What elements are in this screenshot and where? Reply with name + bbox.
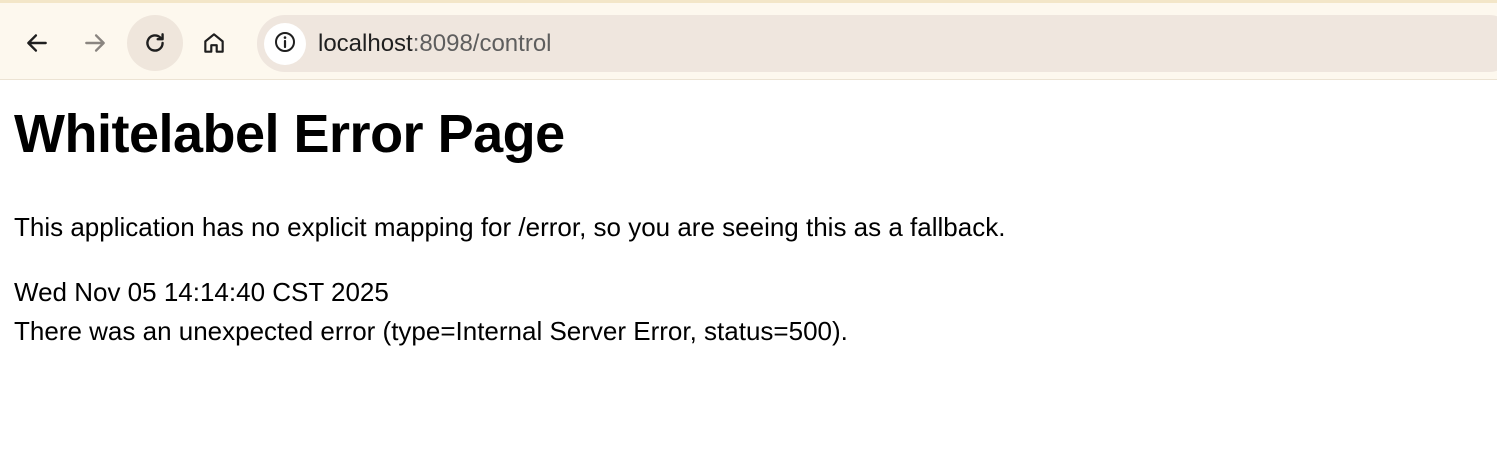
forward-button[interactable] bbox=[67, 15, 123, 71]
url-path: :8098/control bbox=[412, 30, 552, 57]
page-title: Whitelabel Error Page bbox=[14, 104, 565, 164]
back-button[interactable] bbox=[9, 15, 65, 71]
browser-toolbar: localhost:8098/control bbox=[0, 0, 1497, 80]
error-timestamp: Wed Nov 05 14:14:40 CST 2025 bbox=[14, 277, 389, 307]
reload-icon bbox=[142, 30, 168, 56]
arrow-left-icon bbox=[24, 30, 50, 56]
reload-button[interactable] bbox=[127, 15, 183, 71]
info-icon bbox=[273, 30, 297, 59]
url-text[interactable]: localhost:8098/control bbox=[318, 29, 552, 59]
fallback-message: This application has no explicit mapping… bbox=[14, 212, 1006, 242]
error-details: There was an unexpected error (type=Inte… bbox=[14, 316, 848, 346]
site-info-button[interactable] bbox=[264, 23, 306, 65]
address-bar[interactable]: localhost:8098/control bbox=[257, 15, 1497, 72]
home-icon bbox=[201, 30, 227, 56]
arrow-right-icon bbox=[82, 30, 108, 56]
url-host: localhost bbox=[318, 30, 413, 57]
home-button[interactable] bbox=[186, 15, 242, 71]
